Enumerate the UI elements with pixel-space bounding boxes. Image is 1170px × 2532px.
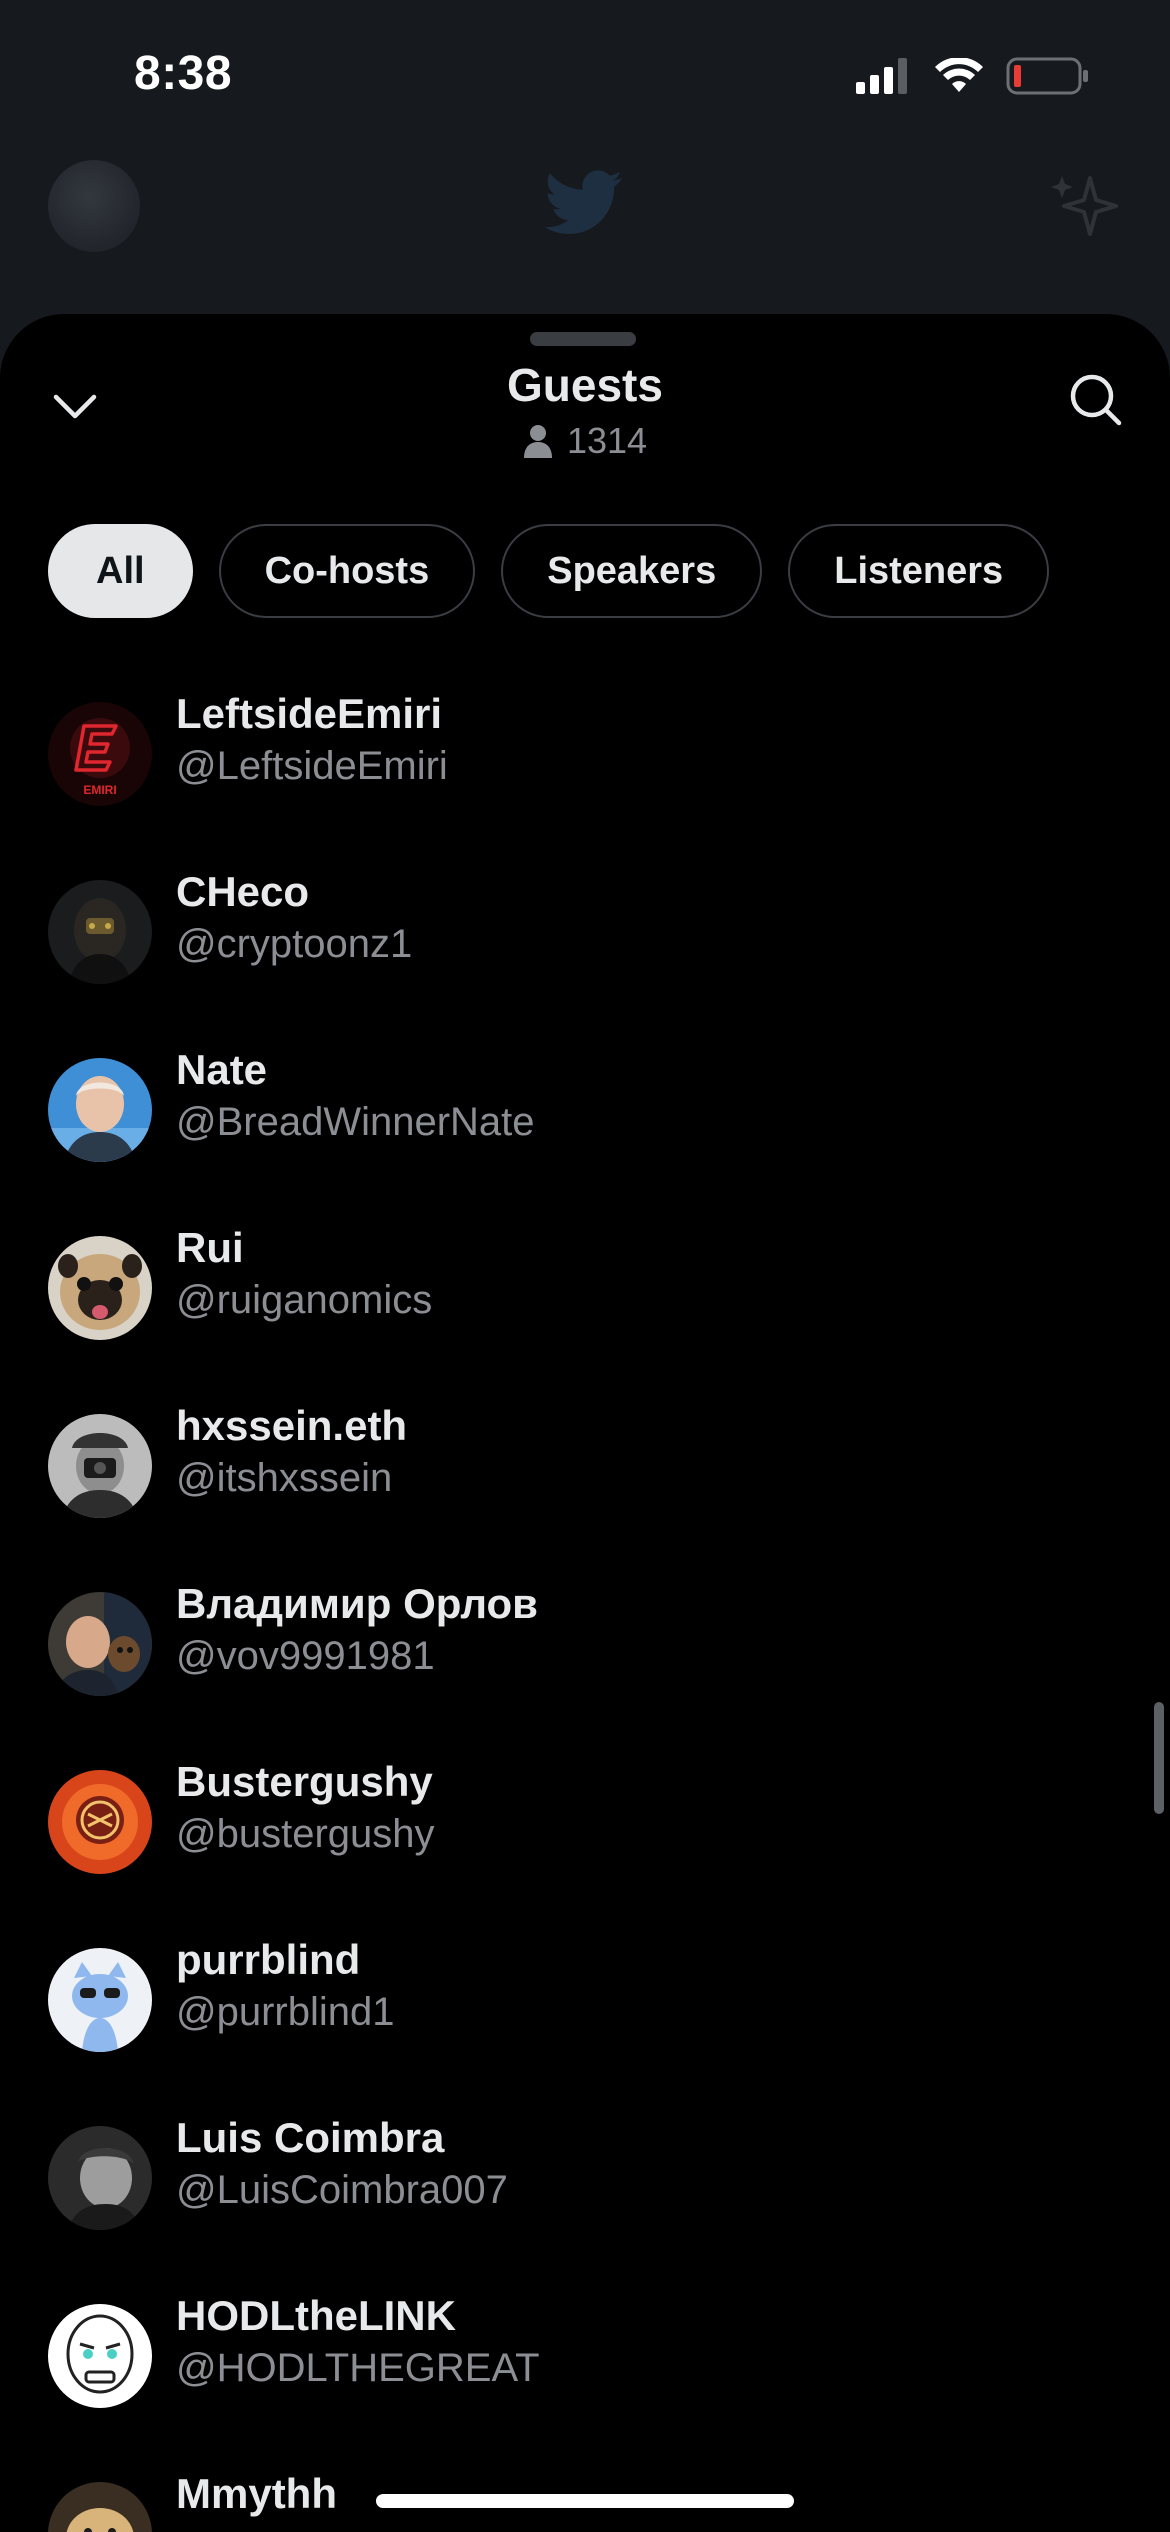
sheet-title: Guests xyxy=(507,359,663,411)
tab-co-hosts[interactable]: Co-hosts xyxy=(218,524,476,618)
guest-name: Rui xyxy=(176,1224,244,1271)
guest-filter-tabs: All Co-hosts Speakers Listeners xyxy=(48,524,1050,618)
listener-count: 1314 xyxy=(0,420,1170,462)
guest-name: HODLtheLINK xyxy=(176,2292,456,2339)
avatar xyxy=(48,2126,152,2230)
guest-handle: @LuisCoimbra007 xyxy=(176,2168,508,2212)
guest-row[interactable]: Rui @ruiganomics xyxy=(0,1214,1170,1392)
guest-row[interactable]: Luis Coimbra @LuisCoimbra007 xyxy=(0,2104,1170,2282)
guest-name: Luis Coimbra xyxy=(176,2114,445,2161)
avatar xyxy=(48,880,152,984)
avatar: EMIRI xyxy=(48,702,152,806)
guest-name: Bustergushy xyxy=(176,1758,433,1805)
person-icon xyxy=(523,425,552,458)
avatar xyxy=(48,1948,152,2052)
guest-name: Владимир Орлов xyxy=(176,1580,538,1627)
avatar xyxy=(48,1592,152,1696)
guest-handle: @purrblind1 xyxy=(176,1990,395,2034)
background-profile-avatar xyxy=(48,160,140,252)
guest-row[interactable]: Nate @BreadWinnerNate xyxy=(0,1036,1170,1214)
search-button[interactable] xyxy=(1060,364,1130,434)
status-time: 8:38 xyxy=(134,47,233,100)
guest-row[interactable]: EMIRI LeftsideEmiri @LeftsideEmiri xyxy=(0,680,1170,858)
svg-text:EMIRI: EMIRI xyxy=(83,783,116,797)
listener-count-value: 1314 xyxy=(566,420,648,461)
cellular-signal-icon xyxy=(856,58,907,94)
twitter-bird-icon xyxy=(544,170,624,241)
tab-speakers[interactable]: Speakers xyxy=(501,524,763,618)
search-icon xyxy=(1070,374,1122,426)
home-indicator[interactable] xyxy=(376,2494,794,2508)
guest-name: Mmythh xyxy=(176,2470,337,2517)
avatar xyxy=(48,1414,152,1518)
guest-name: purrblind xyxy=(176,1936,361,1983)
status-icons xyxy=(856,56,1090,96)
guest-list: EMIRI LeftsideEmiri @LeftsideEmiri CHeco… xyxy=(0,680,1170,2532)
guest-name: Nate xyxy=(176,1046,268,1093)
avatar xyxy=(48,1770,152,1874)
sheet-grabber-handle[interactable] xyxy=(530,332,636,346)
guest-handle: @HODLTHEGREAT xyxy=(176,2346,540,2390)
scrollbar[interactable] xyxy=(1154,1702,1164,1814)
guest-handle: @LeftsideEmiri xyxy=(176,744,448,788)
sparkle-icon xyxy=(1048,170,1120,247)
screen: 8:38 Guests 1314 All Co-hosts Speakers L… xyxy=(0,0,1170,2532)
tab-all[interactable]: All xyxy=(48,524,193,618)
tab-listeners[interactable]: Listeners xyxy=(788,524,1050,618)
guest-name: CHeco xyxy=(176,868,310,915)
guest-name: hxssein.eth xyxy=(176,1402,408,1449)
avatar xyxy=(48,2304,152,2408)
guest-row[interactable]: CHeco @cryptoonz1 xyxy=(0,858,1170,1036)
guest-handle: @bustergushy xyxy=(176,1812,435,1856)
avatar xyxy=(48,1058,152,1162)
battery-low-icon xyxy=(1006,57,1088,95)
guest-row[interactable]: purrblind @purrblind1 xyxy=(0,1926,1170,2104)
wifi-icon xyxy=(935,58,983,92)
guest-handle: @BreadWinnerNate xyxy=(176,1100,535,1144)
guest-handle: @cryptoonz1 xyxy=(176,922,413,966)
guest-row[interactable]: Владимир Орлов @vov9991981 xyxy=(0,1570,1170,1748)
avatar xyxy=(48,2482,152,2532)
guest-row[interactable]: hxssein.eth @itshxssein xyxy=(0,1392,1170,1570)
guest-handle: @itshxssein xyxy=(176,1456,393,1500)
guest-handle: @vov9991981 xyxy=(176,1634,435,1678)
guest-row[interactable]: HODLtheLINK @HODLTHEGREAT xyxy=(0,2282,1170,2460)
guests-sheet: Guests 1314 All Co-hosts Speakers Listen… xyxy=(0,314,1170,2532)
guest-row[interactable]: Bustergushy @bustergushy xyxy=(0,1748,1170,1926)
guest-name: LeftsideEmiri xyxy=(176,690,443,737)
guest-handle: @ruiganomics xyxy=(176,1278,433,1322)
avatar xyxy=(48,1236,152,1340)
